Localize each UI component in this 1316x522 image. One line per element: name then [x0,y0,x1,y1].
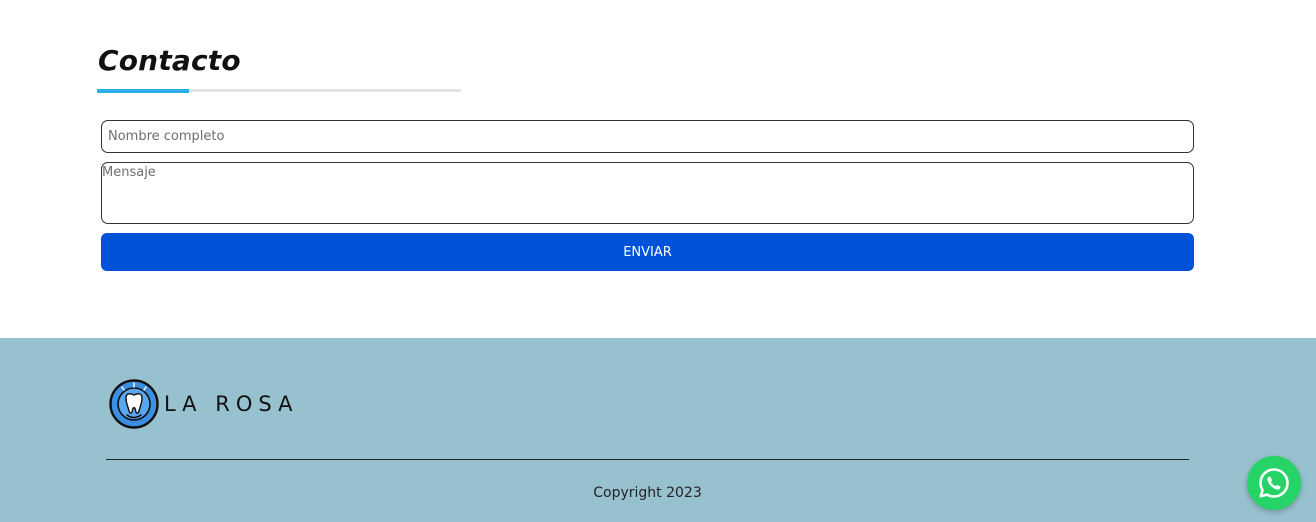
name-input[interactable] [101,120,1194,153]
contact-title: Contacto [98,44,241,77]
send-button[interactable]: ENVIAR [101,233,1194,271]
copyright-text: Copyright 2023 [593,485,702,501]
message-input[interactable] [101,162,1194,224]
title-underline-accent [97,89,189,93]
footer: LA ROSA Copyright 2023 [0,338,1316,522]
logo[interactable]: LA ROSA [108,378,298,430]
whatsapp-button[interactable] [1247,456,1301,510]
logo-text: LA ROSA [164,392,299,416]
footer-divider [106,459,1189,460]
whatsapp-icon [1259,468,1289,498]
contact-section: Contacto ENVIAR [0,0,1316,338]
tooth-logo-icon [109,379,159,429]
